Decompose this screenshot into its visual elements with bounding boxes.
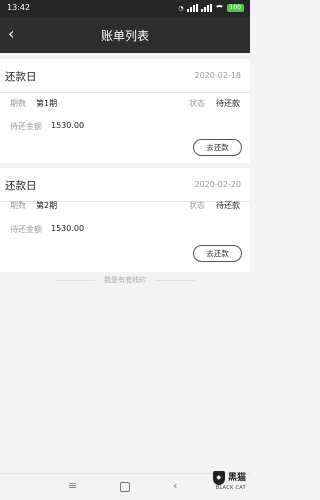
- period-value: 第2期: [36, 201, 58, 210]
- due-date-label: 还款日: [5, 180, 37, 192]
- menu-icon[interactable]: ≡: [68, 479, 77, 492]
- period-label: 期数: [10, 201, 26, 210]
- amount-value: 1530.00: [51, 224, 85, 233]
- end-of-list-text: 我是有底线的: [104, 276, 146, 284]
- divider: [155, 280, 195, 281]
- due-date-value: 2020-02-20: [194, 180, 242, 189]
- divider: [55, 280, 95, 281]
- state-label: 状态: [189, 201, 205, 210]
- signal-icon-2: [200, 4, 212, 12]
- home-icon[interactable]: [120, 482, 130, 492]
- alarm-icon: ◔: [178, 4, 184, 12]
- period-value: 第1期: [36, 99, 58, 108]
- state-label: 状态: [189, 99, 205, 108]
- due-date-value: 2020-02-18: [194, 71, 242, 80]
- end-of-list-note: 我是有底线的: [0, 275, 250, 285]
- back-nav-icon[interactable]: ‹: [173, 479, 177, 492]
- status-time: 13:42: [7, 3, 31, 12]
- watermark-subtext: BLACK CAT: [215, 484, 246, 491]
- period-label: 期数: [10, 99, 26, 108]
- watermark-text: 黑猫: [227, 473, 246, 483]
- battery-icon: 100: [226, 4, 244, 12]
- state-value: 待还款: [216, 99, 240, 108]
- wifi-icon: [214, 4, 224, 12]
- cat-shield-icon: ◆: [212, 470, 225, 485]
- amount-label: 待还金额: [10, 225, 42, 234]
- amount-label: 待还金额: [10, 122, 42, 131]
- status-icons: ◔ 100: [178, 4, 244, 12]
- watermark: ◆ 黑猫 BLACK CAT: [212, 470, 246, 491]
- state-value: 待还款: [216, 201, 240, 210]
- bill-card: 还款日 2020-02-20 期数 第2期 状态 待还款 待还金额 1530.0…: [0, 168, 250, 272]
- repay-button[interactable]: 去还款: [193, 245, 242, 262]
- bill-card-header: 还款日 2020-02-20: [0, 168, 250, 202]
- signal-icon: [186, 4, 198, 12]
- page-title: 账单列表: [100, 29, 149, 43]
- amount-value: 1530.00: [51, 121, 85, 130]
- repay-button[interactable]: 去还款: [193, 139, 242, 156]
- top-app-bar: ‹ 账单列表: [0, 17, 250, 53]
- bill-card: 还款日 2020-02-18 期数 第1期 状态 待还款 待还金额 1530.0…: [0, 59, 250, 163]
- due-date-label: 还款日: [5, 71, 37, 83]
- status-bar: 13:42 ◔ 100: [0, 0, 250, 17]
- bill-card-header: 还款日 2020-02-18: [0, 59, 250, 93]
